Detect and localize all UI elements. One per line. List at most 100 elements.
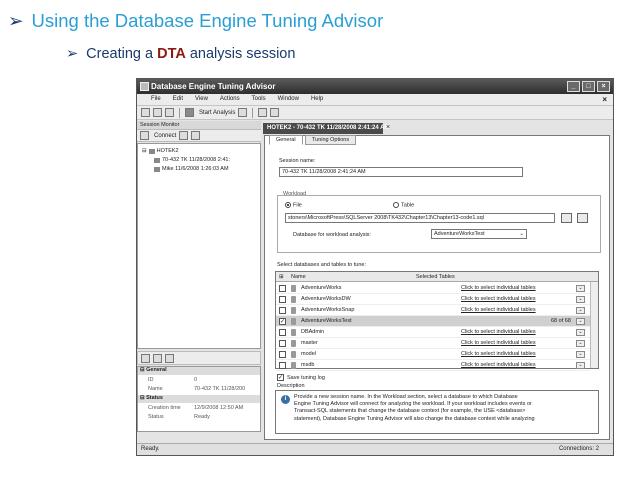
grid-scrollbar[interactable] bbox=[590, 282, 598, 368]
database-icon bbox=[291, 285, 296, 292]
prop-id-key: ID bbox=[148, 377, 154, 383]
save-log-checkbox[interactable]: ✓ Save tuning log bbox=[277, 374, 325, 381]
database-checkbox[interactable]: ✓ bbox=[279, 318, 286, 325]
save-icon[interactable] bbox=[165, 108, 174, 117]
refresh-icon[interactable] bbox=[191, 131, 201, 140]
database-row[interactable]: AdventureWorksDW Click to select individu… bbox=[276, 294, 590, 305]
prop-created-key: Creation time bbox=[148, 405, 181, 411]
menu-help[interactable]: Help bbox=[305, 94, 329, 105]
prop-group-general[interactable]: ⊟ General bbox=[138, 367, 260, 375]
database-row[interactable]: AdventureWorks Click to select individual… bbox=[276, 283, 590, 294]
menu-tools[interactable]: Tools bbox=[246, 94, 272, 105]
property-pages-icon[interactable] bbox=[165, 353, 174, 363]
start-analysis-button[interactable]: Start Analysis bbox=[199, 110, 235, 116]
tree-server-node[interactable]: ⊟ HOTEK2 bbox=[142, 148, 179, 154]
file-radio[interactable]: File bbox=[285, 202, 302, 208]
prop-status-key: Status bbox=[148, 414, 164, 420]
grid-header: ⊞ Name Selected Tables bbox=[276, 272, 598, 282]
database-name: AdventureWorksSnap bbox=[301, 307, 355, 313]
database-row[interactable]: msdb Click to select individual tables ⌄ bbox=[276, 360, 590, 371]
database-row[interactable]: DBAdmin Click to select individual tables… bbox=[276, 327, 590, 338]
prop-name-value: 70-432 TK 11/28/200 bbox=[194, 386, 246, 392]
document-close-button[interactable]: × bbox=[386, 124, 390, 131]
document-tab[interactable]: HOTEK2 - 70-432 TK 11/28/2008 2:41:24 AM bbox=[263, 123, 390, 134]
stop-icon[interactable] bbox=[238, 108, 248, 117]
toolbar-divider bbox=[252, 107, 254, 118]
select-tables-link[interactable]: Click to select individual tables bbox=[461, 329, 536, 335]
menu-edit[interactable]: Edit bbox=[167, 94, 189, 105]
maximize-button[interactable]: □ bbox=[582, 81, 595, 92]
open-icon[interactable] bbox=[153, 108, 162, 117]
menu-file[interactable]: File bbox=[145, 94, 167, 105]
start-analysis-icon[interactable] bbox=[185, 108, 194, 117]
db-analysis-select[interactable]: AdventureWorksTest ⌄ bbox=[431, 229, 527, 239]
database-name: DBAdmin bbox=[301, 329, 325, 335]
connect-button[interactable]: Connect bbox=[154, 133, 176, 139]
heading-bullet-icon: ➢ bbox=[8, 10, 24, 31]
database-name: AdventureWorksTest bbox=[301, 318, 352, 324]
db-analysis-value: AdventureWorksTest bbox=[434, 231, 485, 237]
menu-window[interactable]: Window bbox=[272, 94, 305, 105]
prop-group-status[interactable]: ⊟ Status bbox=[138, 395, 260, 403]
options-icon[interactable] bbox=[258, 108, 268, 117]
database-row[interactable]: master Click to select individual tables ⌄ bbox=[276, 338, 590, 349]
workload-group bbox=[277, 195, 601, 253]
database-icon bbox=[291, 296, 296, 303]
chevron-down-icon[interactable]: ⌄ bbox=[576, 351, 585, 358]
connect-icon[interactable] bbox=[140, 131, 149, 140]
chevron-down-icon[interactable]: ⌄ bbox=[576, 362, 585, 369]
database-checkbox[interactable] bbox=[279, 307, 286, 314]
chevron-down-icon[interactable]: ⌄ bbox=[576, 307, 585, 314]
workload-file-input[interactable]: stoners\MicrosoftPress\SQLServer 2008\TK… bbox=[285, 213, 555, 223]
browse-file-button[interactable] bbox=[561, 213, 572, 223]
main-toolbar: Start Analysis bbox=[137, 106, 613, 120]
menu-view[interactable]: View bbox=[189, 94, 214, 105]
tree-session-item[interactable]: Mike 11/6/2008 1:26:03 AM bbox=[154, 166, 229, 172]
chevron-down-icon[interactable]: ⌄ bbox=[576, 318, 585, 325]
table-radio[interactable]: Table bbox=[393, 202, 414, 208]
select-tables-link[interactable]: Click to select individual tables bbox=[461, 285, 536, 291]
dta-window: Database Engine Tuning Advisor _ □ × Fil… bbox=[136, 78, 614, 456]
menu-actions[interactable]: Actions bbox=[214, 94, 246, 105]
alphabetical-icon[interactable] bbox=[153, 353, 162, 363]
select-tables-link[interactable]: Click to select individual tables bbox=[461, 296, 536, 302]
chevron-down-icon[interactable]: ⌄ bbox=[576, 296, 585, 303]
select-tables-link[interactable]: Click to select individual tables bbox=[461, 362, 536, 368]
preview-file-button[interactable] bbox=[577, 213, 588, 223]
table-count[interactable]: 68 of 68 bbox=[551, 318, 571, 324]
session-name-input[interactable]: 70-432 TK 11/28/2008 2:41:24 AM bbox=[279, 167, 523, 177]
window-titlebar[interactable]: Database Engine Tuning Advisor _ □ × bbox=[137, 79, 613, 94]
database-checkbox[interactable] bbox=[279, 296, 286, 303]
database-checkbox[interactable] bbox=[279, 340, 286, 347]
chevron-down-icon[interactable]: ⌄ bbox=[576, 285, 585, 292]
col-name-header[interactable]: Name bbox=[291, 274, 306, 280]
database-checkbox[interactable] bbox=[279, 362, 286, 369]
database-icon bbox=[291, 362, 296, 369]
select-all-checkbox[interactable]: ⊞ bbox=[279, 274, 284, 280]
tab-tuning-options[interactable]: Tuning Options bbox=[305, 135, 357, 145]
minimize-button[interactable]: _ bbox=[567, 81, 580, 92]
select-tables-link[interactable]: Click to select individual tables bbox=[461, 340, 536, 346]
database-checkbox[interactable] bbox=[279, 329, 286, 336]
database-checkbox[interactable] bbox=[279, 285, 286, 292]
collapse-icon[interactable]: ⊟ bbox=[142, 148, 147, 154]
chevron-down-icon[interactable]: ⌄ bbox=[576, 329, 585, 336]
chevron-down-icon[interactable]: ⌄ bbox=[576, 340, 585, 347]
col-tables-header[interactable]: Selected Tables bbox=[416, 274, 455, 280]
database-checkbox[interactable] bbox=[279, 351, 286, 358]
database-row[interactable]: AdventureWorksSnap Click to select indivi… bbox=[276, 305, 590, 316]
help-icon[interactable] bbox=[270, 108, 280, 117]
new-session-icon[interactable] bbox=[141, 108, 150, 117]
session-label: 70-432 TK 11/28/2008 2:41: bbox=[162, 157, 230, 163]
tab-general[interactable]: General bbox=[269, 135, 303, 145]
close-window-button[interactable]: × bbox=[597, 81, 610, 92]
mdi-close-button[interactable]: × bbox=[602, 95, 607, 104]
select-tables-link[interactable]: Click to select individual tables bbox=[461, 307, 536, 313]
select-tables-link[interactable]: Click to select individual tables bbox=[461, 351, 536, 357]
database-row[interactable]: ✓ AdventureWorksTest 68 of 68 ⌄ bbox=[276, 316, 590, 327]
categorized-icon[interactable] bbox=[141, 353, 150, 363]
tree-session-item[interactable]: 70-432 TK 11/28/2008 2:41: bbox=[154, 157, 230, 163]
app-icon bbox=[140, 82, 149, 91]
filter-icon[interactable] bbox=[179, 131, 189, 140]
database-row[interactable]: model Click to select individual tables ⌄ bbox=[276, 349, 590, 360]
